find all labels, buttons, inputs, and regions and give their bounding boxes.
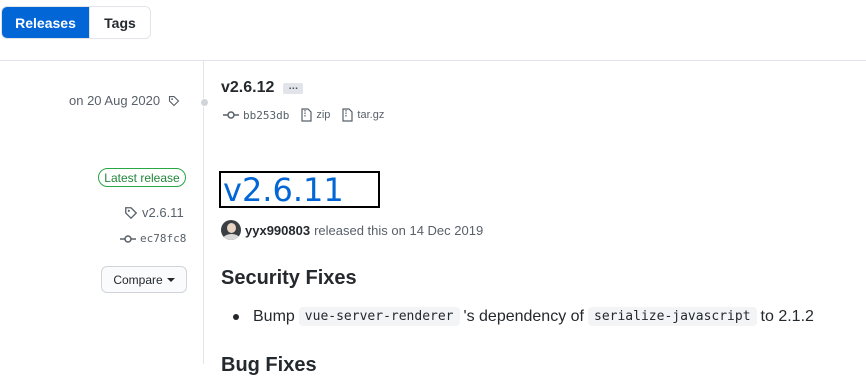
older-release-date-text: on 20 Aug 2020 <box>69 93 161 108</box>
ellipsis-button[interactable]: … <box>283 81 304 94</box>
tag-icon <box>124 206 138 220</box>
timeline-dot <box>200 98 209 107</box>
code-serialize-javascript: serialize-javascript <box>588 307 757 326</box>
older-commit-link[interactable]: bb253db <box>223 109 289 122</box>
release-author-line: yyx990803 released this on 14 Dec 2019 <box>221 220 483 240</box>
release-title-link[interactable]: v2.6.11 <box>223 174 344 206</box>
commit-icon <box>120 234 136 244</box>
divider <box>0 60 866 61</box>
older-release-assets: bb253db zip tar.gz <box>223 108 396 122</box>
list-item: Bump vue-server-renderer 's dependency o… <box>233 307 814 326</box>
caret-down-icon <box>166 277 175 282</box>
older-release-date: on 20 Aug 2020 <box>69 93 180 108</box>
commit-icon <box>223 110 239 120</box>
tab-releases[interactable]: Releases <box>2 7 89 38</box>
older-commit-sha: bb253db <box>243 108 290 122</box>
tab-tags[interactable]: Tags <box>89 7 150 38</box>
release-title-box: v2.6.11 <box>219 171 380 208</box>
latest-tag-link[interactable]: v2.6.11 <box>124 205 184 220</box>
latest-commit-sha: ec78fc8 <box>140 232 187 245</box>
bullet-suffix: to 2.1.2 <box>760 307 814 325</box>
latest-tag-label: v2.6.11 <box>142 205 184 220</box>
section-heading-bug-fixes: Bug Fixes <box>221 354 317 376</box>
code-vue-server-renderer: vue-server-renderer <box>298 307 460 326</box>
latest-release-badge: Latest release <box>98 168 186 187</box>
avatar[interactable] <box>221 220 241 240</box>
bullet-dot <box>233 313 239 320</box>
targz-label: tar.gz <box>357 109 385 121</box>
zip-label: zip <box>316 109 331 121</box>
targz-download-link[interactable]: tar.gz <box>342 108 384 122</box>
bullet-middle: 's dependency of <box>463 307 584 325</box>
zip-download-link[interactable]: zip <box>301 108 330 122</box>
tag-icon[interactable] <box>168 95 180 107</box>
compare-label: Compare <box>113 272 163 287</box>
file-zip-icon <box>342 108 354 122</box>
section-heading-security: Security Fixes <box>221 267 357 289</box>
author-link[interactable]: yyx990803 <box>245 223 310 238</box>
release-tabs: Releases Tags <box>1 6 151 39</box>
older-release-title[interactable]: v2.6.12 <box>221 79 274 97</box>
compare-button[interactable]: Compare <box>101 266 187 293</box>
file-zip-icon <box>301 108 312 122</box>
older-release-header: v2.6.12 … <box>221 79 304 97</box>
bullet-prefix: Bump <box>253 307 295 325</box>
released-text: released this on 14 Dec 2019 <box>314 222 484 238</box>
latest-commit-link[interactable]: ec78fc8 <box>120 232 186 245</box>
